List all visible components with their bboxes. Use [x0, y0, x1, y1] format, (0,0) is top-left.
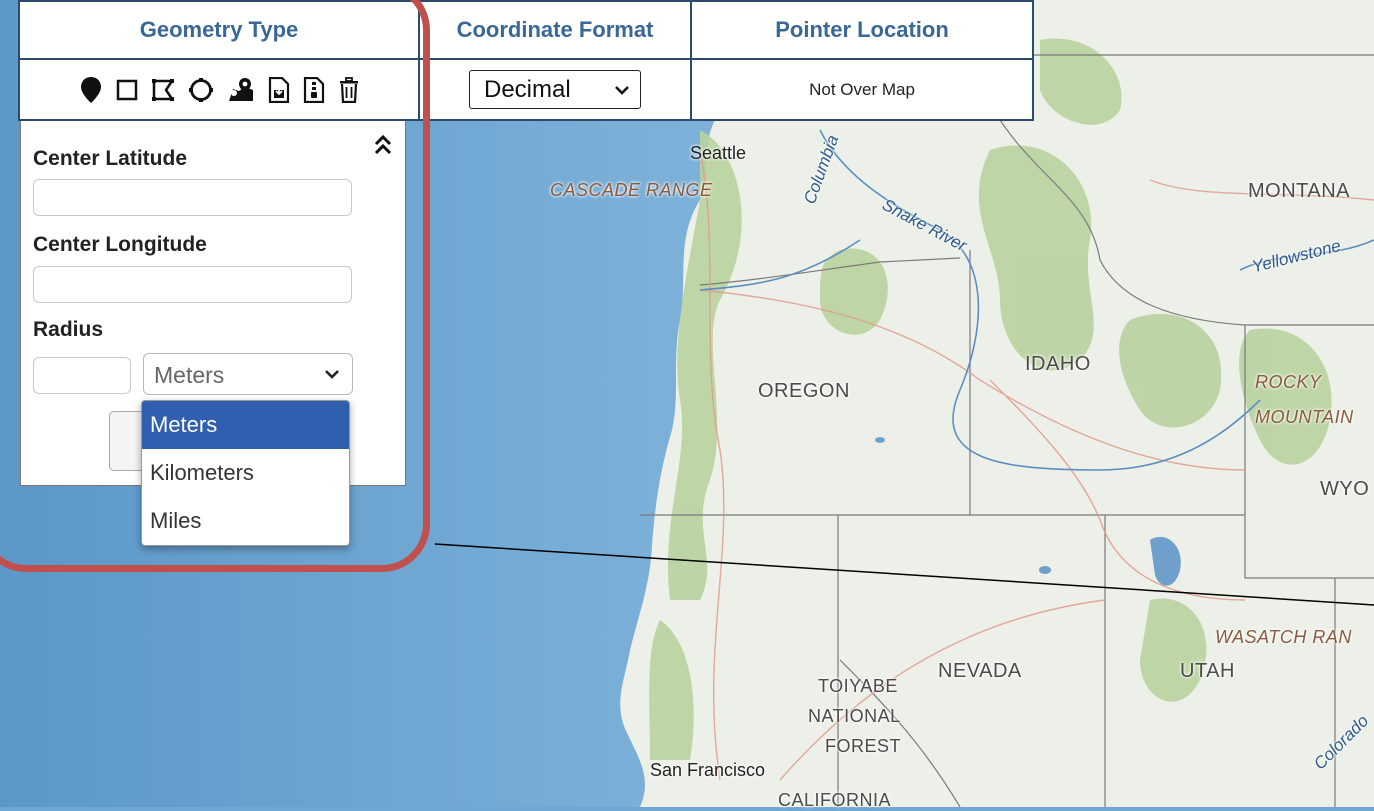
- map-label-toiyabe-3: FOREST: [825, 736, 902, 756]
- map-label-toiyabe-1: TOIYABE: [818, 676, 898, 696]
- unit-option-meters[interactable]: Meters: [142, 401, 349, 449]
- center-latitude-input[interactable]: [33, 179, 352, 216]
- center-longitude-input[interactable]: [33, 266, 352, 303]
- center-longitude-label: Center Longitude: [33, 233, 207, 256]
- map-label-idaho: IDAHO: [1025, 353, 1091, 375]
- map-label-montana: MONTANA: [1248, 180, 1351, 202]
- drawing-toolbar: Geometry Type Coordinate Format Decimal …: [18, 0, 1034, 121]
- coordinate-format-column: Coordinate Format Decimal: [420, 2, 692, 119]
- chevron-down-icon: [615, 86, 629, 95]
- map-label-utah: UTAH: [1180, 660, 1235, 682]
- pointer-location-value: Not Over Map: [809, 79, 915, 99]
- geometry-type-column: Geometry Type: [20, 2, 420, 119]
- unit-option-kilometers[interactable]: Kilometers: [142, 449, 349, 497]
- coordinate-format-header: Coordinate Format: [420, 2, 690, 60]
- polygon-icon[interactable]: [151, 78, 175, 102]
- radius-label: Radius: [33, 318, 104, 341]
- center-latitude-label: Center Latitude: [33, 147, 188, 170]
- coordinate-format-value: Decimal: [484, 75, 571, 103]
- map-label-seattle: Seattle: [690, 143, 747, 163]
- radius-input[interactable]: [33, 357, 131, 394]
- collapse-icon[interactable]: [373, 134, 393, 156]
- map-label-oregon: OREGON: [758, 380, 850, 402]
- trash-icon[interactable]: [338, 76, 360, 103]
- map-label-wyo: WYO: [1320, 478, 1370, 500]
- map-label-san-francisco: San Francisco: [650, 760, 766, 780]
- import-file-icon[interactable]: [268, 76, 290, 103]
- circle-icon[interactable]: [188, 77, 214, 103]
- radius-unit-dropdown: Meters Kilometers Miles: [141, 400, 350, 546]
- rectangle-icon[interactable]: [116, 79, 138, 101]
- pointer-location-header: Pointer Location: [692, 2, 1032, 60]
- radius-unit-value: Meters: [154, 362, 225, 388]
- map-label-cascade-range: CASCADE RANGE: [550, 180, 713, 200]
- pointer-location-column: Pointer Location Not Over Map: [692, 2, 1032, 119]
- map-label-wasatch: WASATCH RAN: [1215, 627, 1352, 647]
- map-label-nevada: NEVADA: [938, 660, 1022, 682]
- radius-unit-select[interactable]: Meters: [143, 353, 353, 395]
- chevron-down-icon: [325, 370, 339, 379]
- geometry-type-header: Geometry Type: [20, 2, 418, 60]
- multipoint-icon[interactable]: [227, 77, 255, 103]
- map-label-rocky-1: ROCKY: [1255, 372, 1322, 392]
- export-file-icon[interactable]: [303, 76, 325, 103]
- map-label-rocky-2: MOUNTAIN: [1255, 407, 1354, 427]
- map-label-california: CALIFORNIA: [778, 790, 892, 810]
- coordinate-format-select[interactable]: Decimal: [469, 70, 641, 109]
- unit-option-miles[interactable]: Miles: [142, 497, 349, 545]
- point-icon[interactable]: [79, 76, 103, 104]
- map-label-toiyabe-2: NATIONAL: [808, 706, 901, 726]
- geometry-icons: [79, 76, 360, 104]
